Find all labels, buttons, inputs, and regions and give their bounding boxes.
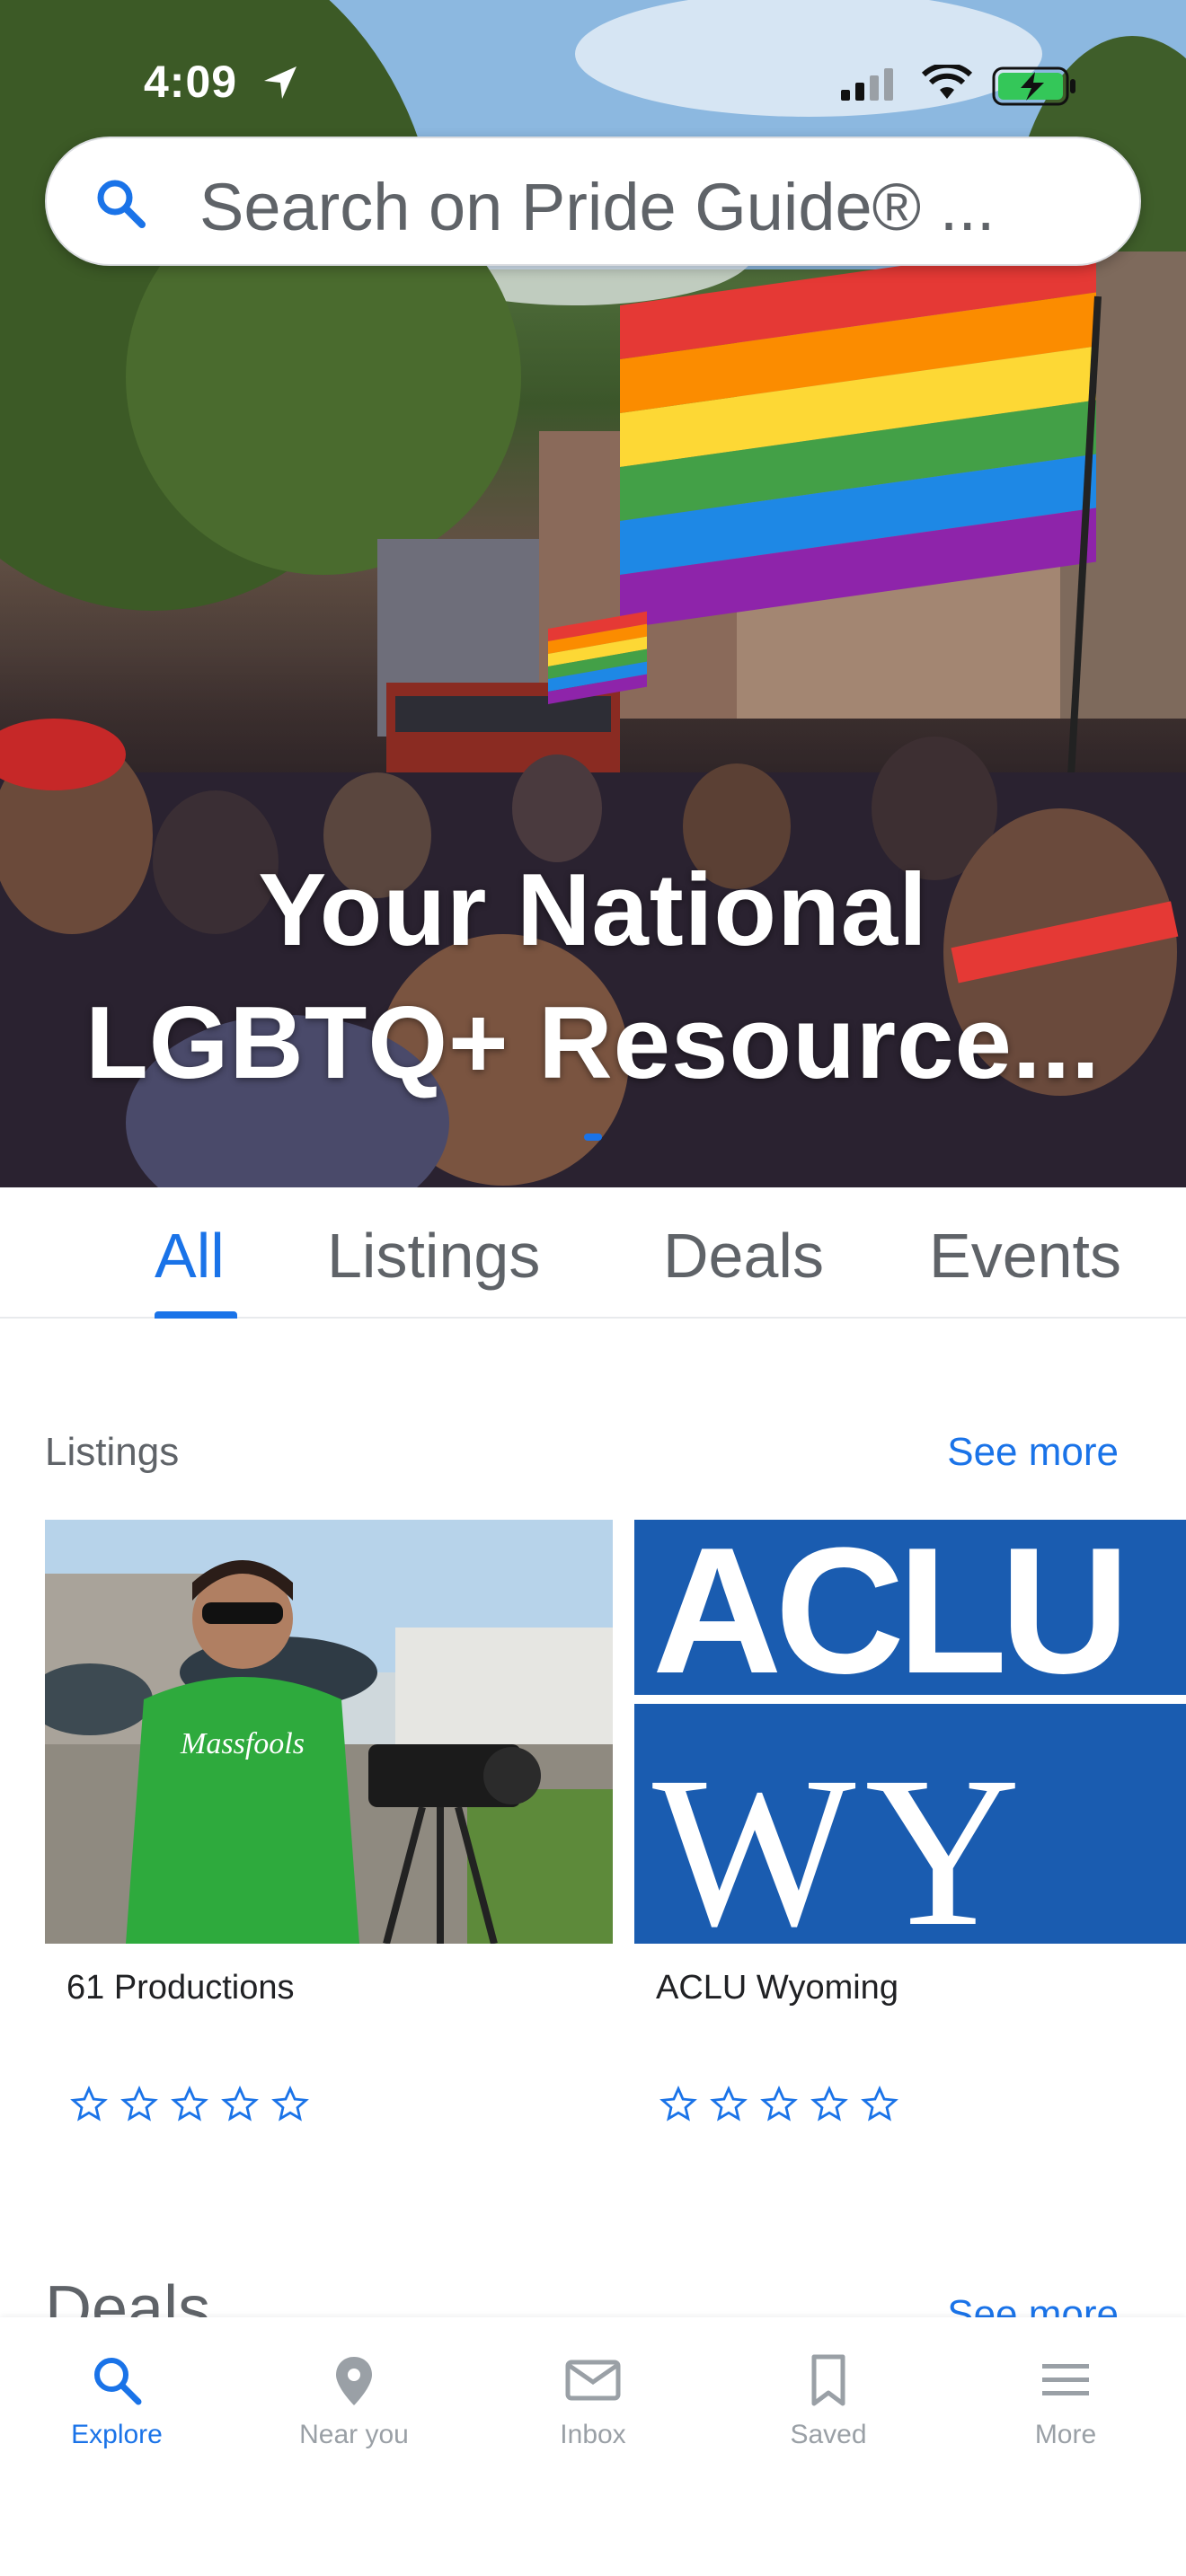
wifi-icon: [922, 65, 972, 99]
listing-name[interactable]: 61 Productions: [66, 1969, 295, 2007]
location-arrow-icon: [264, 66, 296, 99]
carousel-page-indicator: [584, 1134, 602, 1141]
nav-saved[interactable]: Saved: [739, 2353, 918, 2450]
nav-more[interactable]: More: [976, 2353, 1155, 2450]
menu-icon: [1042, 2364, 1089, 2395]
search-bar[interactable]: Search on Pride Guide® ...: [45, 137, 1141, 266]
location-pin-icon: [336, 2357, 372, 2405]
search-icon: [94, 2358, 142, 2405]
bookmark-icon: [811, 2354, 845, 2406]
star-outline-icon: [861, 2086, 898, 2122]
star-outline-icon: [171, 2086, 208, 2122]
listing-name[interactable]: ACLU Wyoming: [656, 1969, 898, 2007]
category-tabs: All Listings Deals Events: [0, 1187, 1186, 1319]
nav-label: Inbox: [560, 2420, 626, 2449]
star-outline-icon: [120, 2086, 158, 2122]
star-outline-icon: [70, 2086, 108, 2122]
mail-icon: [565, 2360, 621, 2401]
listing-image: ACLU WY: [634, 1520, 1186, 1944]
tab-all[interactable]: All: [155, 1220, 225, 1292]
listing-card[interactable]: ACLU WY: [634, 1520, 1186, 1944]
battery-charging-icon: [992, 66, 1075, 106]
cellular-signal-icon: [841, 68, 893, 101]
tab-deals[interactable]: Deals: [663, 1220, 824, 1292]
hero-title-line-2: LGBTQ+ Resource...: [85, 986, 1101, 1100]
nav-inbox[interactable]: Inbox: [503, 2353, 683, 2450]
nav-label: Saved: [790, 2420, 867, 2449]
rating-stars: [659, 2086, 898, 2123]
aclu-logo-text: ACLU: [652, 1520, 1122, 1711]
tab-listings[interactable]: Listings: [327, 1220, 540, 1292]
nav-label: Near you: [299, 2420, 409, 2449]
search-input[interactable]: Search on Pride Guide® ...: [199, 169, 1116, 245]
nav-explore[interactable]: Explore: [27, 2353, 207, 2450]
nav-label: Explore: [71, 2420, 163, 2449]
aclu-logo-state: WY: [652, 1732, 1030, 1944]
nav-near-you[interactable]: Near you: [264, 2353, 444, 2450]
tab-events[interactable]: Events: [929, 1220, 1121, 1292]
star-outline-icon: [810, 2086, 848, 2122]
listings-see-more-link[interactable]: See more: [947, 1430, 1119, 1475]
rating-stars: [70, 2086, 309, 2123]
star-outline-icon: [760, 2086, 798, 2122]
star-outline-icon: [659, 2086, 697, 2122]
bottom-navigation: Explore Near you Inbox Saved More: [0, 2317, 1186, 2576]
hero-title: Your National LGBTQ+ Resource...: [0, 844, 1186, 1110]
star-outline-icon: [221, 2086, 259, 2122]
active-tab-indicator: [155, 1311, 237, 1319]
status-bar: 4:09: [0, 0, 1186, 135]
listings-section-header: Listings See more: [45, 1430, 1119, 1475]
shirt-text: Massfools: [180, 1727, 305, 1760]
search-icon: [97, 180, 146, 228]
star-outline-icon: [271, 2086, 309, 2122]
status-time: 4:09: [144, 57, 238, 107]
nav-label: More: [1034, 2420, 1097, 2449]
listing-card[interactable]: Massfools: [45, 1520, 613, 1944]
hero-title-line-1: Your National: [258, 853, 928, 967]
star-outline-icon: [710, 2086, 748, 2122]
listing-image: Massfools: [45, 1520, 613, 1944]
